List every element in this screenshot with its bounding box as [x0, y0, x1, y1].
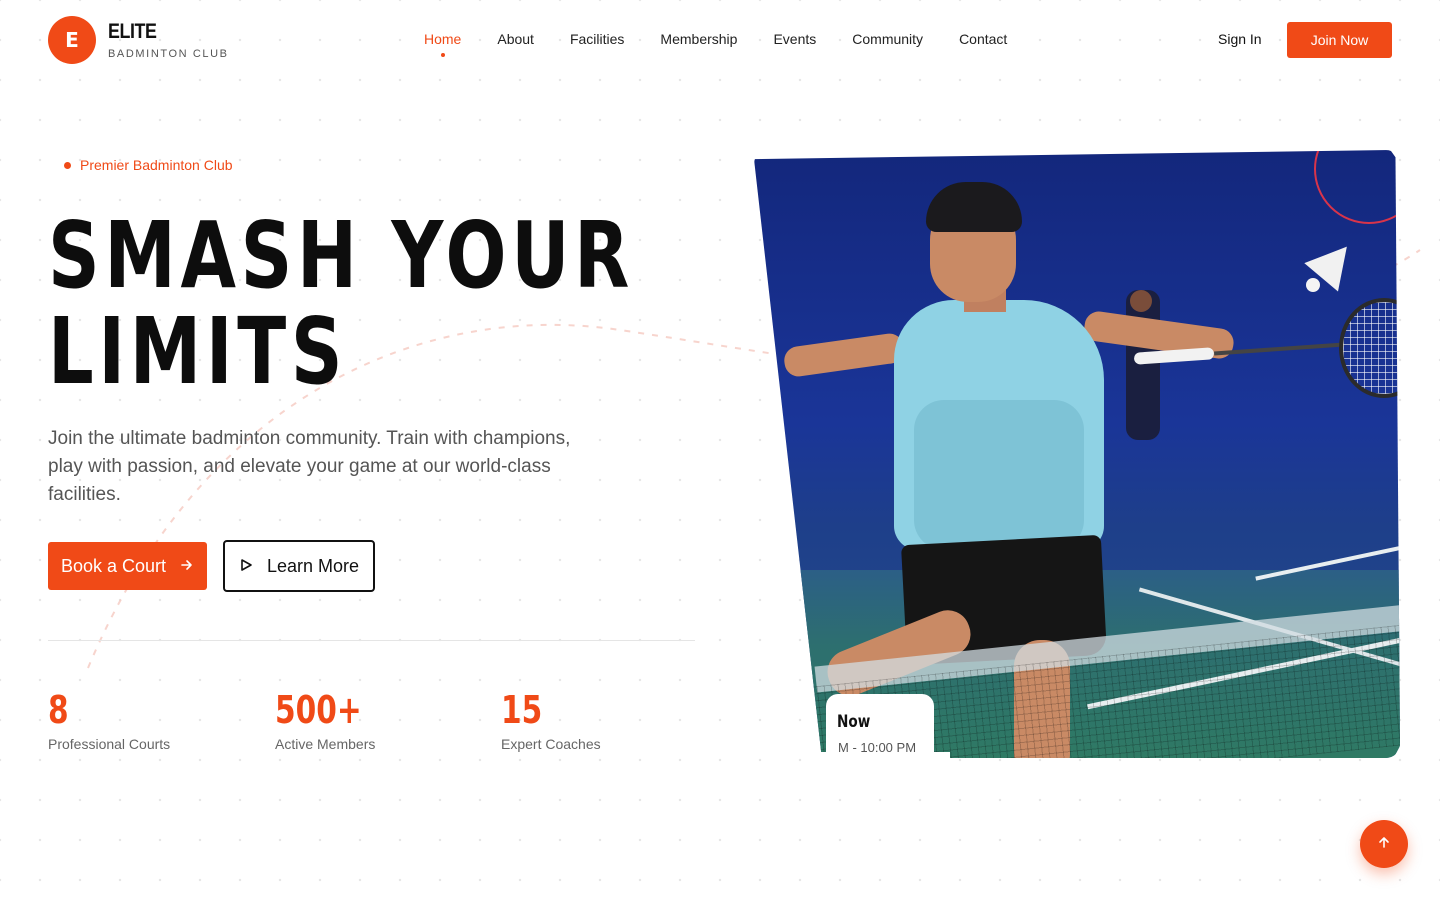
stat-label: Professional Courts: [48, 736, 171, 752]
shuttlecock-cork: [1306, 278, 1320, 292]
stat-value: 15: [501, 688, 543, 732]
racket-shaft: [1214, 342, 1344, 356]
stat-courts: 8 Professional Courts: [48, 688, 170, 752]
stat-value: 8: [48, 688, 69, 732]
nav-item-events[interactable]: Events: [773, 31, 816, 47]
hero-title: SMASH YOUR LIMITS: [48, 202, 635, 405]
player-arm: [782, 331, 906, 379]
card-mask: [820, 752, 950, 772]
nav-item-about[interactable]: About: [497, 31, 534, 47]
brand-name[interactable]: ELITE: [108, 20, 157, 44]
hero-kicker: Premier Badminton Club: [64, 157, 233, 173]
nav-item-label: Community: [852, 31, 924, 47]
stat-members: 500+ Active Members: [275, 688, 386, 752]
stat-coaches: 15 Expert Coaches: [501, 688, 601, 752]
stat-label: Active Members: [275, 736, 376, 752]
join-now-button[interactable]: Join Now: [1287, 22, 1392, 58]
logo-mark[interactable]: E: [48, 16, 96, 64]
nav-item-contact[interactable]: Contact: [959, 31, 1007, 47]
stat-label: Expert Coaches: [501, 736, 601, 752]
nav-item-home[interactable]: Home: [424, 31, 462, 57]
play-icon: [239, 556, 253, 577]
brand-subtitle: BADMINTON CLUB: [108, 48, 229, 60]
nav-item-label: Contact: [959, 31, 1008, 47]
nav-item-label: Facilities: [569, 31, 625, 47]
player-shirt-shade: [914, 400, 1084, 550]
kicker-text: Premier Badminton Club: [80, 157, 233, 173]
racket-head: [1339, 298, 1400, 398]
background-spectator-head: [1130, 290, 1152, 312]
arrow-right-icon: [180, 556, 194, 577]
sign-in-link[interactable]: Sign In: [1218, 31, 1262, 47]
nav-item-community[interactable]: Community: [852, 31, 923, 47]
main-nav: Home About Facilities Membership Events …: [424, 31, 1007, 57]
book-court-button[interactable]: Book a Court: [48, 542, 207, 590]
nav-item-facilities[interactable]: Facilities: [570, 31, 624, 47]
stat-value: 500+: [275, 688, 362, 732]
site-header: E ELITE BADMINTON CLUB Home About Facili…: [0, 0, 1440, 80]
nav-item-label: Membership: [660, 31, 738, 47]
nav-item-label: Home: [424, 31, 462, 47]
learn-more-button[interactable]: Learn More: [223, 540, 375, 592]
schedule-title: Now: [837, 712, 871, 732]
scroll-to-top-button[interactable]: [1360, 820, 1408, 868]
nav-item-membership[interactable]: Membership: [660, 31, 737, 47]
nav-item-label: About: [497, 31, 534, 47]
player-hair: [926, 182, 1022, 232]
background-spectator: [1126, 290, 1160, 440]
active-indicator-dot: [440, 53, 445, 57]
nav-item-label: Events: [773, 31, 817, 47]
learn-more-label: Learn More: [266, 555, 360, 576]
kicker-dot: [64, 161, 71, 169]
background-ring: [1314, 150, 1400, 224]
arrow-up-icon: [1377, 835, 1391, 854]
book-court-label: Book a Court: [60, 555, 167, 576]
hero-player-image: [754, 150, 1400, 758]
stats-divider: [48, 640, 695, 641]
hero-description: Join the ultimate badminton community. T…: [48, 428, 571, 505]
